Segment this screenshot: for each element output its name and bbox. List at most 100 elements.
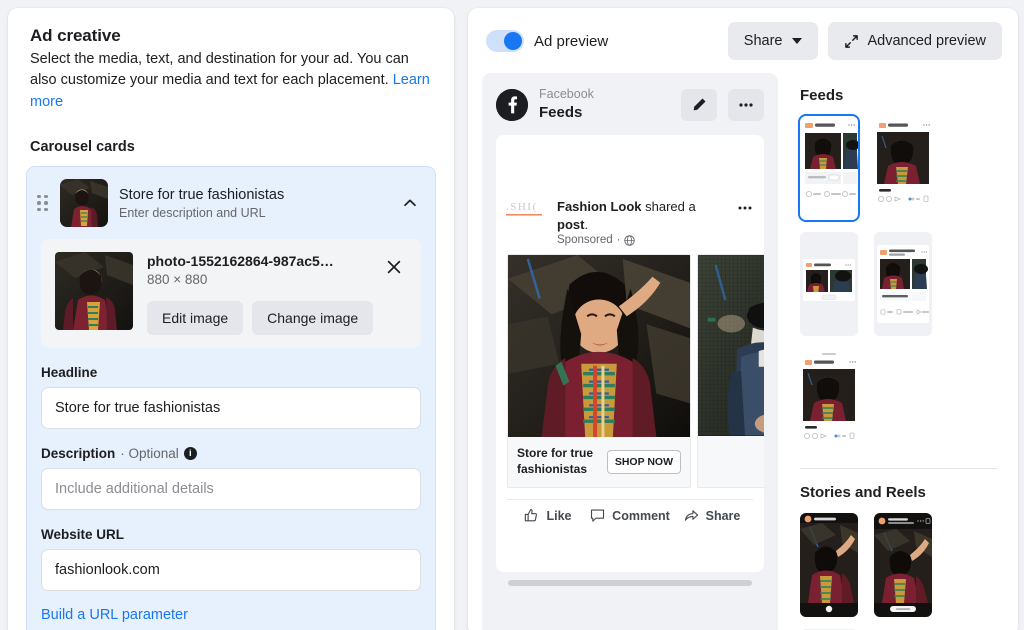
ad-preview-toggle[interactable] <box>486 30 524 52</box>
preview-header-meta: Facebook Feeds <box>539 87 670 122</box>
share-button[interactable]: Share <box>728 22 818 60</box>
placement-section-feeds: Feeds <box>800 87 998 452</box>
shop-now-button[interactable]: SHOP NOW <box>607 450 681 474</box>
share-post-button[interactable]: Share <box>671 508 753 523</box>
headline-label: Headline <box>41 365 421 380</box>
like-label: Like <box>546 509 571 523</box>
thumbs-up-icon <box>524 508 539 523</box>
media-buttons: Edit image Change image <box>147 301 367 335</box>
preview-platform: Facebook <box>539 87 670 103</box>
post-bottom-spacer <box>496 532 764 572</box>
toggle-knob <box>504 32 522 50</box>
carousel-card-body: photo-1552162864-987ac5… 880 × 880 Edit … <box>27 239 435 630</box>
info-icon[interactable]: i <box>184 447 197 460</box>
feeds-thumbnail-3[interactable] <box>800 232 858 336</box>
carousel-card-header[interactable]: Store for true fashionistas Enter descri… <box>27 167 435 239</box>
like-button[interactable]: Like <box>507 508 589 523</box>
globe-icon <box>624 235 635 246</box>
facebook-icon <box>496 89 528 121</box>
comment-icon <box>590 508 605 523</box>
media-filename: photo-1552162864-987ac5… <box>147 253 357 269</box>
placements-column: Feeds <box>778 73 1018 630</box>
feeds-thumbnail-grid <box>800 116 998 452</box>
advanced-preview-label: Advanced preview <box>868 33 987 49</box>
carousel-card-thumbnail <box>60 179 108 227</box>
feeds-heading: Feeds <box>800 87 998 104</box>
chevron-down-icon <box>792 38 802 44</box>
description-input[interactable] <box>41 468 421 510</box>
carousel-strip[interactable]: Store for true fashionistas SHOP NOW <box>496 254 764 488</box>
feeds-thumbnail-5[interactable] <box>800 348 858 452</box>
post-header: .SHI( Fashion Look shared a post. Sponso… <box>496 189 764 254</box>
preview-body: Facebook Feeds .SHI( <box>468 73 1018 630</box>
headline-input[interactable] <box>41 387 421 429</box>
carousel-preview-card-2[interactable] <box>697 254 764 488</box>
carousel-card-1-caption: Store for true fashionistas SHOP NOW <box>508 437 690 487</box>
feeds-thumbnail-1[interactable] <box>800 116 858 220</box>
post-actions: Like Comment Share <box>507 499 753 532</box>
preview-toolbar: Ad preview Share Advanced preview <box>468 8 1018 73</box>
website-url-label-text: Website URL <box>41 527 124 542</box>
edit-image-button[interactable]: Edit image <box>147 301 243 335</box>
drag-handle-icon[interactable] <box>37 195 49 212</box>
carousel-card-2-caption <box>698 436 764 471</box>
share-button-label: Share <box>744 33 783 49</box>
advertiser-logo-icon: .SHI( <box>506 199 548 221</box>
post-subtitle: Sponsored · <box>557 234 728 246</box>
preview-more-options-icon[interactable] <box>728 89 764 121</box>
website-url-input[interactable] <box>41 549 421 591</box>
description-label: Description · Optional i <box>41 446 421 461</box>
feeds-thumbnail-4[interactable] <box>874 232 932 336</box>
stories-reels-heading: Stories and Reels <box>800 484 998 501</box>
description-label-text: Description <box>41 446 115 461</box>
carousel-card-2-headline <box>707 445 764 461</box>
media-dimensions: 880 × 880 <box>147 272 367 287</box>
ad-preview-toggle-label: Ad preview <box>534 33 608 50</box>
share-label: Share <box>706 509 741 523</box>
sponsored-label: Sponsored <box>557 234 613 246</box>
remove-media-close-icon[interactable] <box>381 254 407 280</box>
media-row: photo-1552162864-987ac5… 880 × 880 Edit … <box>41 239 421 348</box>
post-card: .SHI( Fashion Look shared a post. Sponso… <box>496 135 764 572</box>
ad-creative-panel: Ad creative Select the media, text, and … <box>8 8 454 630</box>
placements-divider-1 <box>800 468 998 469</box>
page-description-text: Select the media, text, and destination … <box>30 51 409 88</box>
description-optional-text: · Optional <box>120 446 179 461</box>
carousel-card-1-headline: Store for true fashionistas <box>517 446 599 477</box>
website-url-label: Website URL <box>41 527 421 542</box>
placement-section-stories: Stories and Reels <box>800 484 998 630</box>
chevron-up-icon[interactable] <box>399 192 421 214</box>
media-info: photo-1552162864-987ac5… 880 × 880 Edit … <box>147 252 367 335</box>
ads-manager-screen: Ad creative Select the media, text, and … <box>0 0 1024 630</box>
preview-column: Facebook Feeds .SHI( <box>482 73 778 630</box>
ad-preview-panel: Ad preview Share Advanced preview <box>468 8 1018 630</box>
post-more-options-icon[interactable] <box>737 198 753 216</box>
separator-dot: · <box>617 234 621 246</box>
preview-placement: Feeds <box>539 103 670 123</box>
page-description: Select the media, text, and destination … <box>30 49 432 113</box>
stories-thumbnail-1[interactable] <box>800 513 858 617</box>
share-arrow-icon <box>684 508 699 523</box>
carousel-card-title: Store for true fashionistas <box>119 187 284 203</box>
post-header-meta: Fashion Look shared a post. Sponsored · <box>557 198 728 246</box>
carousel-cards-heading: Carousel cards <box>30 139 432 155</box>
headline-label-text: Headline <box>41 365 97 380</box>
carousel-card-2-image <box>698 255 764 435</box>
carousel-preview-card-1[interactable]: Store for true fashionistas SHOP NOW <box>507 254 691 488</box>
advertiser-name: Fashion Look <box>557 199 642 214</box>
feeds-thumbnail-2[interactable] <box>874 116 932 220</box>
expand-icon <box>844 34 859 49</box>
post-title: Fashion Look shared a post. <box>557 198 728 233</box>
preview-scrollbar[interactable] <box>508 580 752 586</box>
change-image-button[interactable]: Change image <box>252 301 373 335</box>
stories-thumbnail-grid <box>800 513 998 630</box>
edit-preview-pencil-icon[interactable] <box>681 89 717 121</box>
comment-label: Comment <box>612 509 670 523</box>
comment-button[interactable]: Comment <box>589 508 671 523</box>
ad-creative-header: Ad creative Select the media, text, and … <box>8 26 454 155</box>
advanced-preview-button[interactable]: Advanced preview <box>828 22 1003 60</box>
build-url-parameter-link[interactable]: Build a URL parameter <box>41 607 188 623</box>
stories-thumbnail-2[interactable] <box>874 513 932 617</box>
carousel-card-1-image <box>508 255 690 437</box>
media-thumbnail <box>55 252 133 330</box>
